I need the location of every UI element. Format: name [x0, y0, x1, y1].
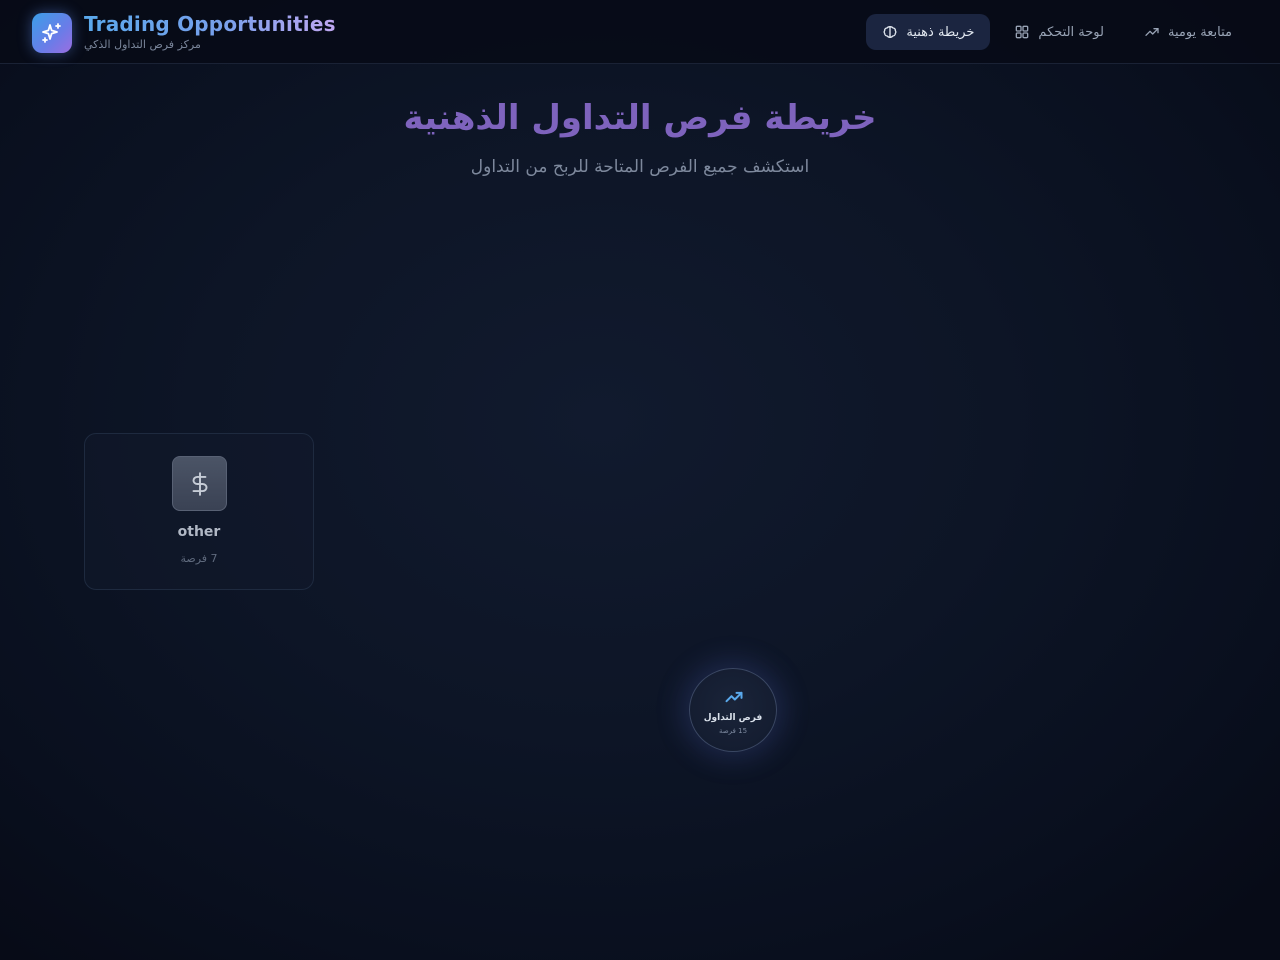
center-node[interactable]: فرص التداول 15 فرصة [689, 668, 777, 752]
center-node-count: 15 فرصة [718, 727, 748, 735]
brain-icon [882, 24, 898, 40]
brand-text: Trading Opportunities مركز فرص التداول ا… [84, 12, 336, 53]
top-header: Trading Opportunities مركز فرص التداول ا… [0, 0, 1280, 64]
category-card-other[interactable]: other 7 فرصة [84, 433, 314, 590]
brand-subtitle: مركز فرص التداول الذكي [84, 38, 201, 51]
sparkles-icon [32, 12, 72, 53]
grid-icon [1014, 24, 1030, 40]
nav-item-mind-map[interactable]: خريطة ذهنية [866, 14, 991, 50]
page-subtitle: استكشف جميع الفرص المتاحة للربح من التدا… [470, 157, 810, 177]
nav-item-dashboard[interactable]: لوحة التحكم [998, 14, 1120, 50]
nav-item-daily-tracking[interactable]: متابعة يومية [1128, 14, 1248, 50]
category-name: other [177, 524, 221, 540]
nav-item-label: خريطة ذهنية [906, 24, 975, 40]
nav-item-label: لوحة التحكم [1038, 24, 1104, 40]
center-node-label: فرص التداول [703, 713, 763, 723]
brand[interactable]: Trading Opportunities مركز فرص التداول ا… [32, 12, 336, 53]
category-count: 7 فرصة [180, 552, 218, 565]
nav-item-label: متابعة يومية [1167, 24, 1232, 40]
main-nav: خريطة ذهنية لوحة التحكم متابعة يومية [858, 14, 1248, 50]
page-title: خريطة فرص التداول الذهنية [403, 98, 877, 138]
dollar-icon [172, 456, 227, 511]
trending-up-icon [722, 687, 746, 711]
brand-title: Trading Opportunities [84, 12, 336, 36]
trending-up-icon [1144, 24, 1160, 40]
